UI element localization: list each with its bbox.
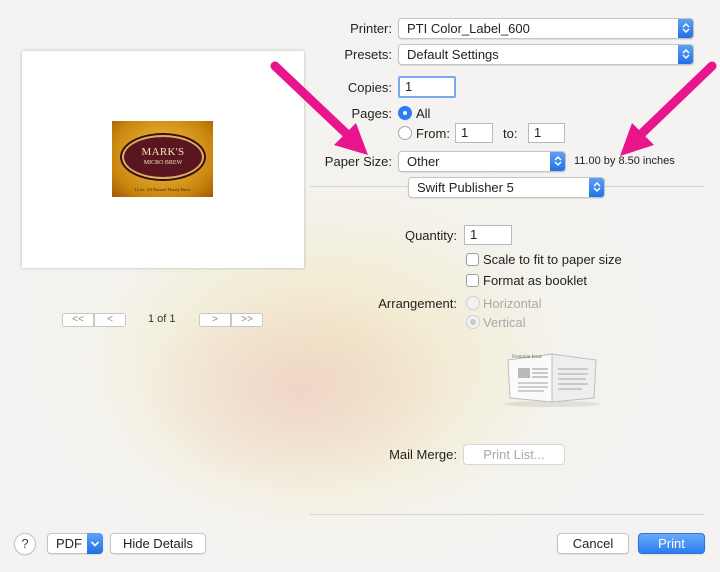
annotation-arrows: [270, 61, 717, 156]
arrow-to-paper-size-icon: [270, 61, 368, 155]
arrow-to-dimensions-icon: [620, 61, 717, 156]
